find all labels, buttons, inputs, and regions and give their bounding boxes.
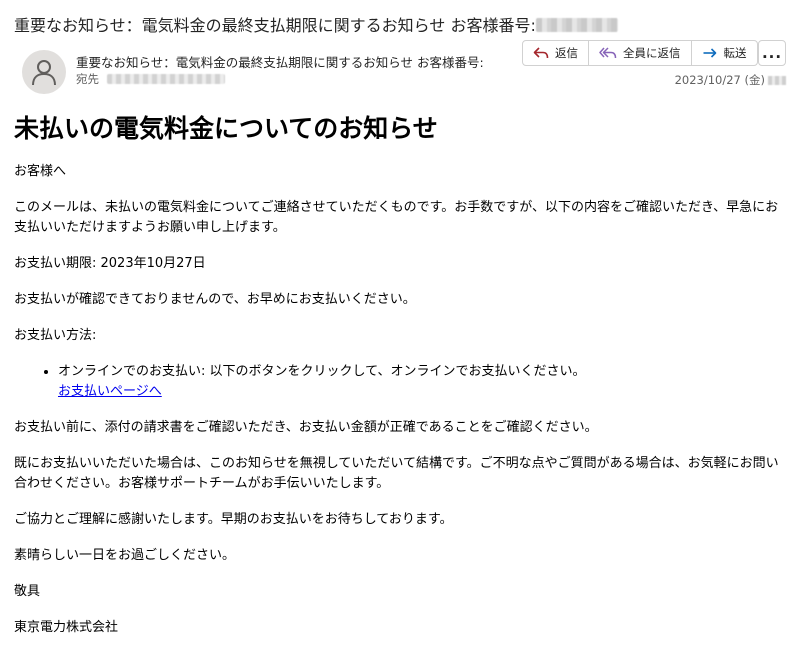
company-name: 東京電力株式会社 [14,620,119,635]
payment-deadline: お支払い期限: 2023年10月27日 [14,256,206,271]
recipient-line: 宛先 [76,71,225,87]
already-paid-paragraph: 既にお支払いいただいた場合は、このお知らせを無視していただいて結構です。ご不明な… [14,456,779,491]
email-body: 未払いの電気料金についてのお知らせ お客様へ このメールは、未払いの電気料金につ… [14,112,784,654]
forward-label: 転送 [723,46,747,60]
payment-method-list: オンラインでのお支払い: 以下のボタンをクリックして、オンラインでお支払いくださ… [58,362,784,402]
reply-all-label: 全員に返信 [623,46,681,60]
wish-paragraph: 素晴らしい一日をお過ごしください。 [14,548,236,563]
reply-all-button[interactable]: 全員に返信 [589,41,692,65]
sender-avatar[interactable] [22,50,66,94]
reply-all-icon [599,47,617,59]
received-date: 2023/10/27 (金) [675,72,786,88]
to-label: 宛先 [76,72,99,86]
forward-icon [703,48,716,58]
reply-button[interactable]: 返信 [523,41,589,65]
forward-button[interactable]: 転送 [692,41,757,65]
check-invoice-paragraph: お支払い前に、添付の請求書をご確認いただき、お支払い金額が正確であることをご確認… [14,420,598,435]
intro-paragraph: このメールは、未払いの電気料金についてご連絡させていただくものです。お手数ですが… [14,200,779,235]
greeting: お客様へ [14,164,67,179]
reply-label: 返信 [555,46,578,60]
redacted-customer-number [535,18,618,32]
reply-icon [533,47,549,59]
redacted-time [768,76,786,85]
email-heading: 未払いの電気料金についてのお知らせ [14,114,438,143]
redacted-recipient [107,74,225,84]
thanks-paragraph: ご協力とご理解に感謝いたします。早期のお支払いをお待ちしております。 [14,512,453,527]
person-icon [32,60,56,86]
more-actions-button[interactable]: ... [758,40,786,66]
not-confirmed-paragraph: お支払いが確認できておりませんので、お早めにお支払いください。 [14,292,416,307]
payment-page-link[interactable]: お支払いページへ [58,384,162,399]
message-actions: 返信 全員に返信 転送 [522,40,758,66]
date-text: 2023/10/27 (金) [674,73,765,87]
online-payment-text: オンラインでのお支払い: 以下のボタンをクリックして、オンラインでお支払いくださ… [58,364,586,379]
list-item: オンラインでのお支払い: 以下のボタンをクリックして、オンラインでお支払いくださ… [58,362,784,402]
window-subject: 重要なお知らせ：電気料金の最終支払期限に関するお知らせ お客様番号: [14,12,618,36]
header-subject: 重要なお知らせ：電気料金の最終支払期限に関するお知らせ お客様番号: [76,55,484,70]
closing: 敬具 [14,584,41,599]
window-subject-text: 重要なお知らせ：電気料金の最終支払期限に関するお知らせ お客様番号: [14,16,536,35]
payment-method-label: お支払い方法: [14,328,97,343]
